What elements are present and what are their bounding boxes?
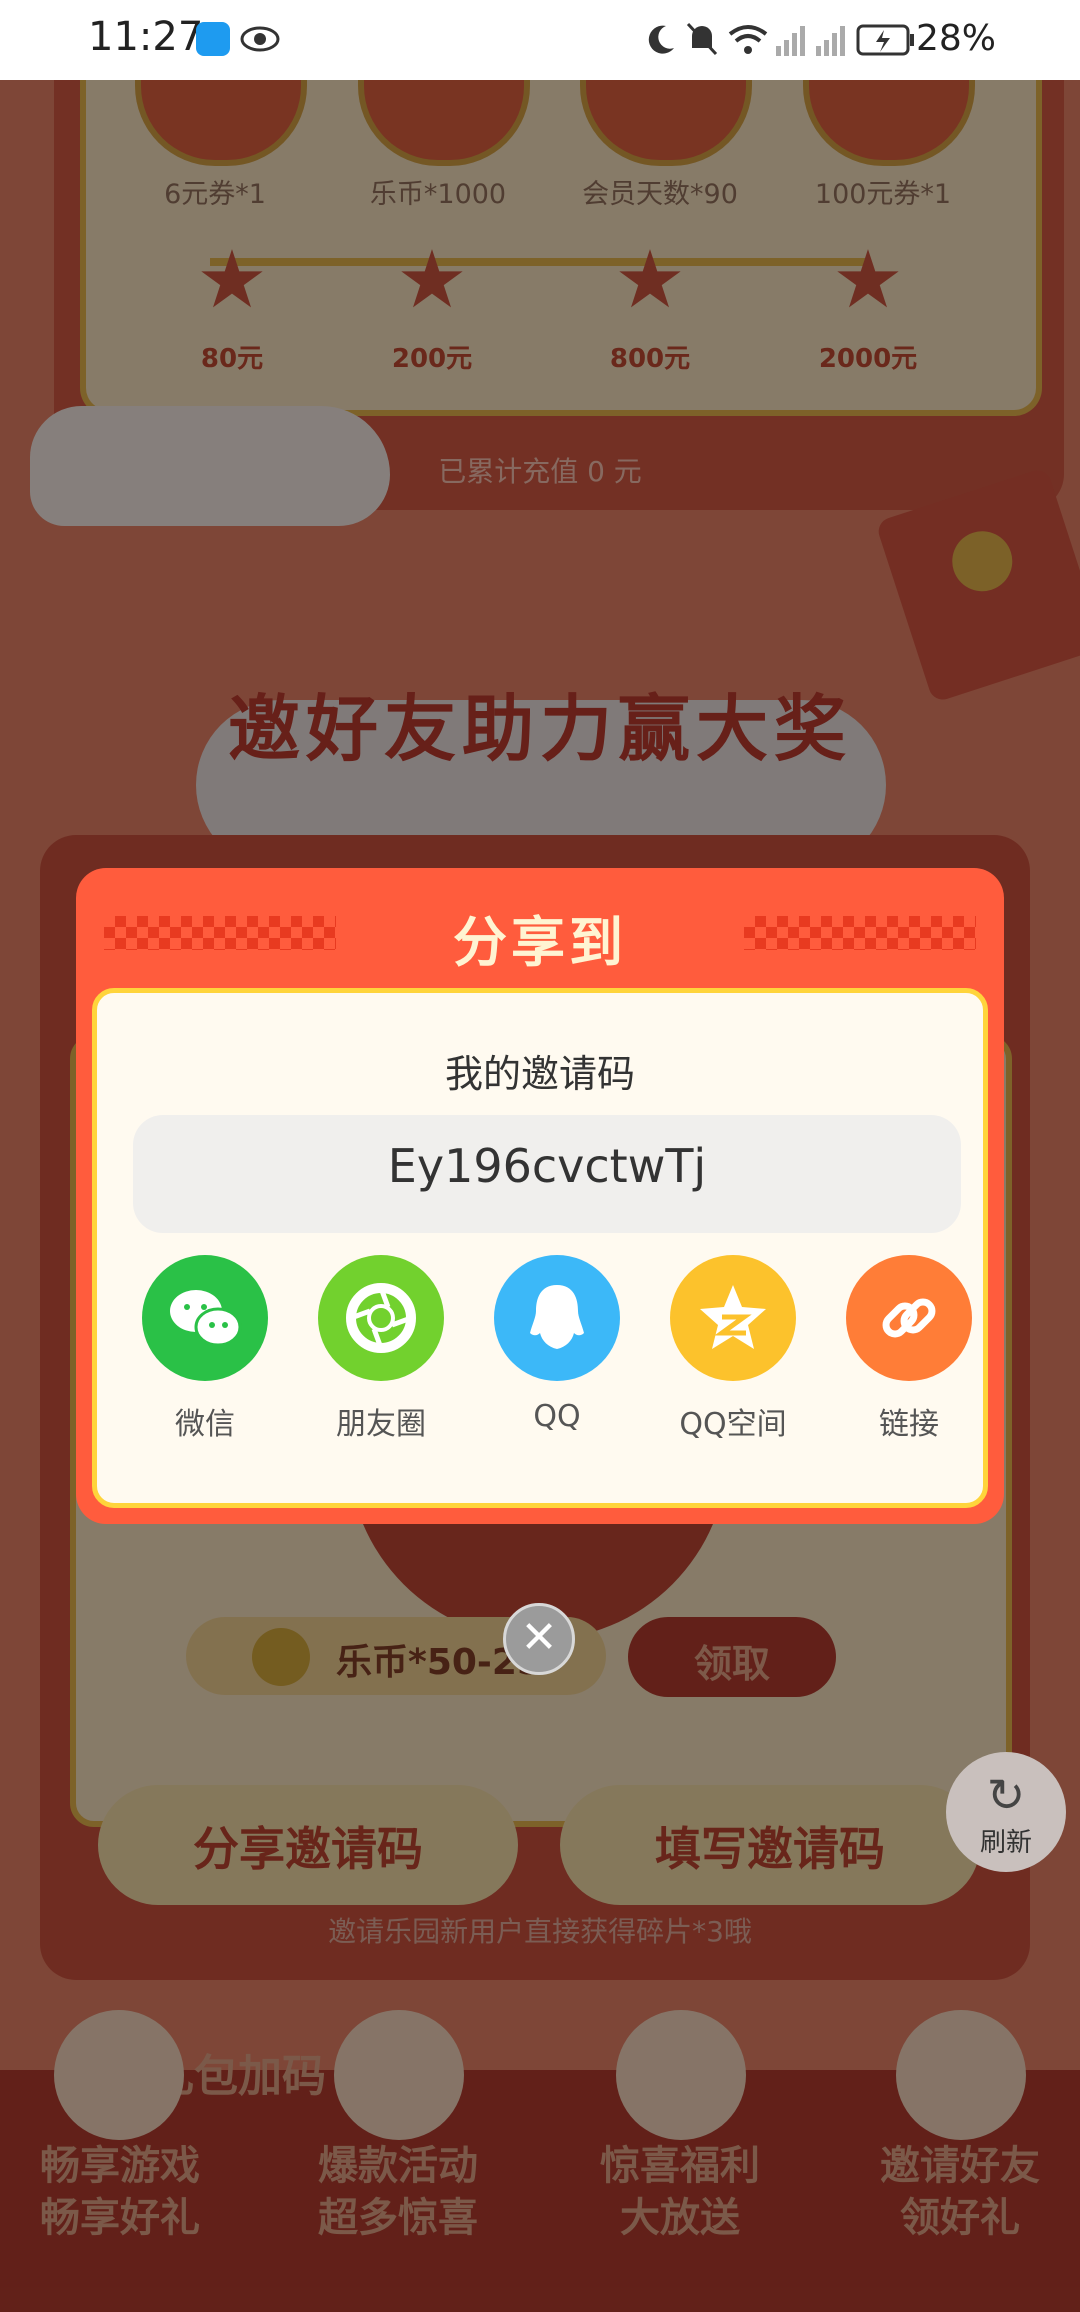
moments-icon — [318, 1255, 444, 1381]
invite-code-value[interactable]: Ey196cvctwTj — [133, 1139, 961, 1193]
share-link[interactable]: 链接 — [834, 1255, 984, 1443]
mute-icon — [686, 22, 718, 56]
share-dialog: 分享到 我的邀请码 Ey196cvctwTj 微信 朋友圈 QQ QQ空间 链接 — [76, 868, 1004, 1524]
invite-code-label: 我的邀请码 — [444, 1052, 635, 1096]
signal-icon-2 — [816, 26, 845, 56]
qq-icon — [494, 1255, 620, 1381]
share-dialog-title: 分享到 — [453, 911, 627, 974]
share-wechat[interactable]: 微信 — [130, 1255, 280, 1443]
share-qzone[interactable]: QQ空间 — [658, 1255, 808, 1443]
wifi-icon — [728, 25, 768, 54]
signal-icon-1 — [776, 26, 805, 56]
share-dialog-body: 我的邀请码 Ey196cvctwTj 微信 朋友圈 QQ QQ空间 链接 — [92, 988, 988, 1508]
close-icon: ✕ — [520, 1612, 558, 1663]
status-bar: 11:27 28% — [0, 0, 1080, 80]
share-moments[interactable]: 朋友圈 — [306, 1255, 456, 1443]
wechat-icon — [142, 1255, 268, 1381]
share-target-label: QQ空间 — [679, 1407, 787, 1442]
eye-icon — [240, 26, 280, 52]
share-target-label: QQ — [533, 1399, 581, 1434]
moon-icon — [648, 25, 674, 54]
battery-percent: 28% — [915, 18, 996, 59]
share-target-label: 朋友圈 — [336, 1407, 426, 1442]
share-qq[interactable]: QQ — [482, 1255, 632, 1434]
search-app-icon — [196, 22, 230, 56]
qzone-icon — [670, 1255, 796, 1381]
battery-icon — [856, 24, 914, 56]
share-target-label: 微信 — [175, 1407, 235, 1442]
refresh-icon: ↻ — [986, 1768, 1026, 1822]
share-target-label: 链接 — [879, 1407, 939, 1442]
link-icon — [846, 1255, 972, 1381]
close-button[interactable]: ✕ — [503, 1603, 575, 1675]
status-time: 11:27 — [88, 14, 204, 60]
refresh-label: 刷新 — [979, 1828, 1032, 1858]
